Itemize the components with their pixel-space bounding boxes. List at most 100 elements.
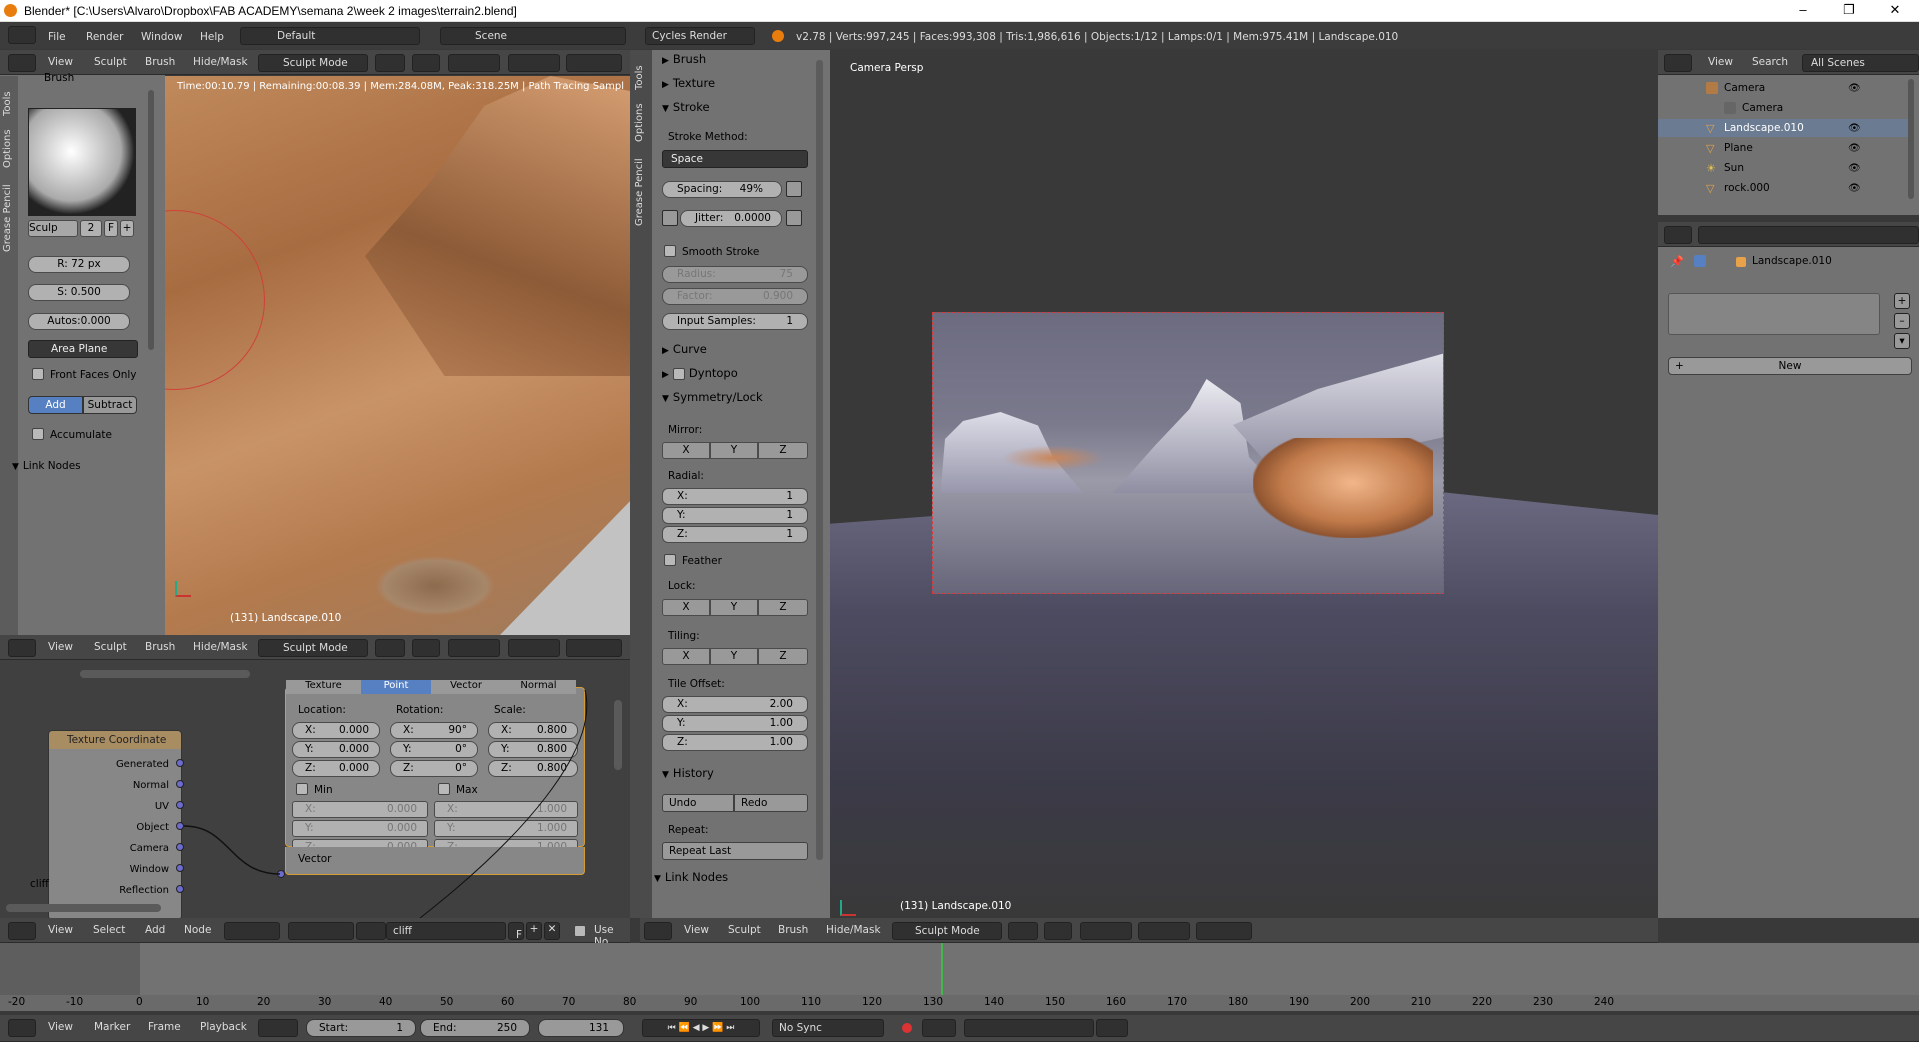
tab-tools[interactable]: Tools — [2, 91, 13, 116]
menu-window[interactable]: Window — [141, 31, 182, 43]
cam-editor-type-icon[interactable] — [644, 922, 672, 940]
autosmooth-field[interactable]: Autos:0.000 — [28, 313, 130, 330]
menu-sculpt-2[interactable]: Sculpt — [94, 641, 127, 653]
cam-menu-hide-mask[interactable]: Hide/Mask — [826, 924, 881, 936]
node-menu-node[interactable]: Node — [184, 924, 211, 936]
menu-hide-mask[interactable]: Hide/Mask — [193, 56, 248, 68]
eye-icon[interactable]: 👁 — [1848, 83, 1861, 94]
keying-set-field[interactable] — [964, 1019, 1094, 1037]
timeline-menu-view[interactable]: View — [48, 1021, 73, 1033]
tiling-y[interactable]: Y — [710, 648, 758, 665]
shelf-tab-tools[interactable]: Tools — [634, 65, 645, 90]
cam-menu-brush[interactable]: Brush — [778, 924, 808, 936]
keying-set-icon[interactable] — [922, 1019, 956, 1037]
outliner-editor-type-icon[interactable] — [1664, 54, 1692, 72]
node-menu-view[interactable]: View — [48, 924, 73, 936]
record-icon[interactable] — [902, 1023, 912, 1033]
shelf-tab-options[interactable]: Options — [634, 103, 645, 142]
sync-dropdown[interactable]: No Sync — [772, 1019, 884, 1037]
outliner-scrollbar[interactable] — [1908, 79, 1914, 199]
menu-sculpt[interactable]: Sculpt — [94, 56, 127, 68]
mirror-z[interactable]: Z — [758, 442, 808, 459]
section-texture[interactable]: ▶ Texture — [662, 76, 715, 90]
render-engine-selector[interactable]: Cycles Render — [645, 27, 755, 45]
eye-icon-5[interactable]: 👁 — [1848, 183, 1861, 194]
lock-x[interactable]: X — [662, 599, 710, 616]
stroke-method-dropdown[interactable]: Space — [662, 150, 808, 168]
remove-slot-icon[interactable]: – — [1894, 313, 1910, 329]
viewport-shading-icon[interactable] — [375, 54, 405, 72]
tile-offset-x[interactable]: X: 2.00 — [662, 696, 808, 713]
jitter-lock-icon[interactable] — [662, 210, 678, 226]
pin-icon[interactable]: 📌 — [1670, 255, 1684, 268]
brush-preview[interactable] — [28, 108, 136, 216]
properties-editor-type-icon[interactable] — [1664, 226, 1692, 244]
timeline-menu-frame[interactable]: Frame — [148, 1021, 181, 1033]
eye-icon-4[interactable]: 👁 — [1848, 163, 1861, 174]
pivot-icon-2[interactable] — [412, 639, 440, 657]
lock-y[interactable]: Y — [710, 599, 758, 616]
menu-brush-2[interactable]: Brush — [145, 641, 175, 653]
repeat-last-button[interactable]: Repeat Last — [662, 842, 808, 860]
undo-button[interactable]: Undo — [662, 794, 734, 812]
start-frame-field[interactable]: Start: 1 — [306, 1019, 416, 1037]
slot-menu-icon[interactable]: ▾ — [1894, 333, 1910, 349]
outliner-row-plane[interactable]: ▽ Plane 👁 — [1658, 139, 1913, 157]
info-editor-type-icon[interactable] — [8, 26, 36, 44]
material-browse-icon[interactable] — [356, 922, 386, 940]
material-unlink-icon[interactable]: ✕ — [544, 922, 560, 940]
outliner-row-camera-data[interactable]: Camera — [1658, 99, 1913, 117]
outliner-menu-search[interactable]: Search — [1752, 56, 1788, 68]
tab-grease-pencil[interactable]: Grease Pencil — [2, 184, 13, 252]
link-nodes-left[interactable]: ▼ Link Nodes — [12, 460, 81, 472]
layout-selector[interactable]: Default — [240, 27, 420, 45]
close-button[interactable]: ✕ — [1872, 2, 1918, 20]
section-symmetry[interactable]: ▼ Symmetry/Lock — [662, 390, 763, 404]
mirror-y[interactable]: Y — [710, 442, 758, 459]
left-scrollbar[interactable] — [148, 90, 154, 350]
timeline[interactable]: -20 -10 0 10 20 30 40 50 60 70 80 90 100… — [0, 943, 1919, 1011]
add-slot-icon[interactable]: + — [1894, 293, 1910, 309]
tile-offset-z[interactable]: Z: 1.00 — [662, 734, 808, 751]
new-material-button[interactable]: + New — [1668, 357, 1912, 375]
editor-type-icon-2[interactable] — [8, 639, 36, 657]
shelf-tab-grease-pencil[interactable]: Grease Pencil — [634, 158, 645, 226]
node-vscroll[interactable] — [614, 700, 622, 770]
smooth-radius-field[interactable]: Radius: 75 — [662, 266, 808, 283]
subtract-button[interactable]: Subtract — [83, 396, 137, 414]
eye-icon-2[interactable]: 👁 — [1848, 123, 1861, 134]
section-link-nodes[interactable]: ▼ Link Nodes — [654, 870, 728, 884]
layers2-icon-2[interactable] — [508, 639, 560, 657]
outliner-menu-view[interactable]: View — [1708, 56, 1733, 68]
menu-view[interactable]: View — [48, 56, 73, 68]
render-preview-icon[interactable] — [566, 54, 622, 72]
viewport-shading-icon-2[interactable] — [375, 639, 405, 657]
strength-field[interactable]: S: 0.500 — [28, 284, 130, 301]
pivot-icon[interactable] — [412, 54, 440, 72]
outliner-scenes-dropdown[interactable]: All Scenes — [1802, 54, 1919, 72]
cam-menu-view[interactable]: View — [684, 924, 709, 936]
area-plane-dropdown[interactable]: Area Plane — [28, 340, 138, 358]
radial-y[interactable]: Y: 1 — [662, 507, 808, 524]
node-editor[interactable]: Texture Point Vector Normal Location: Ro… — [0, 660, 630, 918]
menu-brush[interactable]: Brush — [145, 56, 175, 68]
input-samples-field[interactable]: Input Samples: 1 — [662, 313, 808, 330]
timeline-menu-marker[interactable]: Marker — [94, 1021, 130, 1033]
radius-field[interactable]: R: 72 px — [28, 256, 130, 273]
timeline-menu-playback[interactable]: Playback — [200, 1021, 247, 1033]
section-history[interactable]: ▼ History — [662, 766, 714, 780]
timeline-playhead[interactable] — [941, 943, 943, 995]
jitter-field[interactable]: Jitter: 0.0000 — [680, 210, 782, 227]
add-button[interactable]: Add — [28, 396, 83, 414]
menu-view-2[interactable]: View — [48, 641, 73, 653]
smooth-factor-field[interactable]: Factor: 0.900 — [662, 288, 808, 305]
cam-shading-icon[interactable] — [1008, 922, 1038, 940]
insert-keyframe-icon[interactable] — [1096, 1019, 1128, 1037]
cam-layers-icon[interactable] — [1080, 922, 1132, 940]
outliner-row-camera[interactable]: Camera 👁 — [1658, 79, 1913, 97]
preview-range-icons[interactable] — [258, 1019, 298, 1037]
brush-users[interactable]: 2 — [80, 220, 102, 237]
material-name-field[interactable]: cliff — [386, 922, 506, 940]
section-dyntopo[interactable]: ▶ Dyntopo — [662, 366, 738, 380]
camera-viewport[interactable]: Camera Persp (131) Landscape.010 — [830, 50, 1658, 918]
